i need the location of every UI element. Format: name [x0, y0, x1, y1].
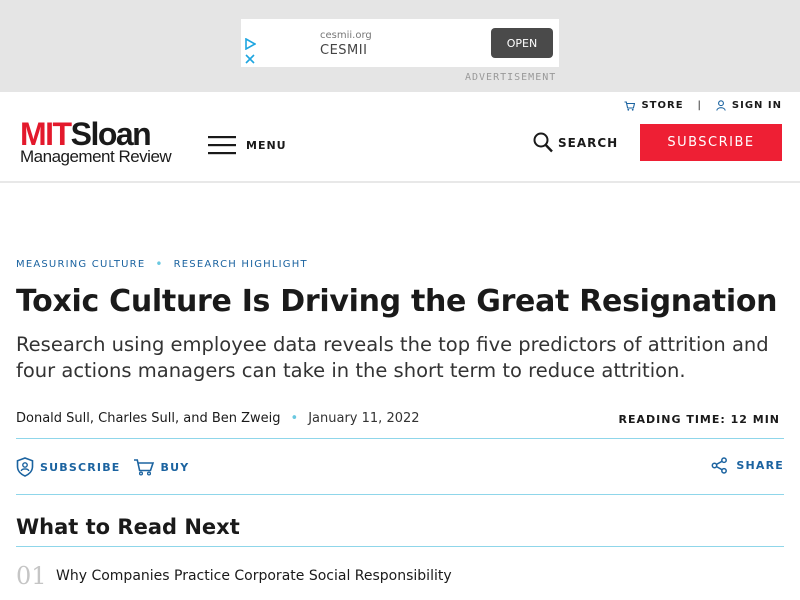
utility-separator: |	[697, 100, 702, 111]
article-title: Toxic Culture Is Driving the Great Resig…	[16, 284, 778, 319]
topic-link[interactable]: MEASURING CULTURE	[16, 259, 145, 270]
adchoices-play-icon[interactable]	[244, 38, 256, 50]
search-icon	[533, 132, 553, 153]
article-dek: Research using employee data reveals the…	[16, 333, 769, 382]
logo-subtitle: Management Review	[20, 147, 172, 166]
buy-button[interactable]: BUY	[133, 458, 190, 476]
shield-user-icon	[16, 457, 34, 477]
share-label: SHARE	[736, 459, 784, 472]
store-label: STORE	[641, 100, 684, 111]
article-actions: SUBSCRIBE BUY	[16, 457, 201, 477]
store-link[interactable]: STORE	[624, 100, 683, 111]
search-label: SEARCH	[558, 135, 619, 150]
ad-unit[interactable]: cesmii.org CESMII OPEN	[241, 19, 559, 67]
share-button[interactable]: SHARE	[711, 457, 784, 474]
signin-label: SIGN IN	[731, 100, 782, 111]
advertisement-label: ADVERTISEMENT	[465, 72, 557, 83]
article-subscribe-label: SUBSCRIBE	[40, 460, 121, 474]
article-subscribe-button[interactable]: SUBSCRIBE	[16, 457, 121, 477]
kicker-separator: •	[155, 257, 164, 271]
subscribe-button[interactable]: SUBSCRIBE	[640, 124, 782, 161]
read-next-number: 01	[16, 562, 47, 590]
utility-nav: STORE | SIGN IN	[624, 100, 782, 111]
byline-separator: •	[290, 411, 299, 426]
site-logo[interactable]: MITSloan Management Review	[20, 118, 172, 166]
divider	[16, 438, 784, 439]
ad-close-icon[interactable]	[244, 53, 256, 65]
divider	[16, 546, 784, 547]
read-next-title: Why Companies Practice Corporate Social …	[56, 568, 452, 584]
ad-open-button[interactable]: OPEN	[491, 28, 553, 58]
site-header: STORE | SIGN IN MITSloan Management Revi…	[0, 92, 800, 183]
article-kicker: MEASURING CULTURE • RESEARCH HIGHLIGHT	[16, 257, 308, 271]
user-icon	[716, 100, 726, 111]
ad-advertiser-name: CESMII	[320, 43, 368, 58]
cart-icon	[133, 459, 154, 476]
read-next-heading: What to Read Next	[16, 515, 240, 539]
divider	[16, 494, 784, 495]
menu-button[interactable]: MENU	[208, 135, 287, 155]
publish-date: January 11, 2022	[308, 411, 420, 426]
article-authors[interactable]: Donald Sull, Charles Sull, and Ben Zweig	[16, 411, 281, 426]
menu-label: MENU	[246, 138, 287, 152]
reading-time: READING TIME: 12 MIN	[618, 413, 780, 426]
buy-label: BUY	[160, 460, 190, 474]
type-link[interactable]: RESEARCH HIGHLIGHT	[174, 259, 308, 270]
hamburger-icon	[208, 136, 236, 155]
share-icon	[711, 457, 728, 474]
ad-domain: cesmii.org	[320, 30, 372, 41]
signin-link[interactable]: SIGN IN	[716, 100, 782, 111]
cart-icon	[624, 100, 636, 111]
byline: Donald Sull, Charles Sull, and Ben Zweig…	[16, 411, 420, 426]
read-next-item[interactable]: 01 Why Companies Practice Corporate Soci…	[16, 562, 452, 590]
search-button[interactable]: SEARCH	[533, 132, 618, 153]
ad-banner: cesmii.org CESMII OPEN ADVERTISEMENT	[0, 0, 800, 92]
